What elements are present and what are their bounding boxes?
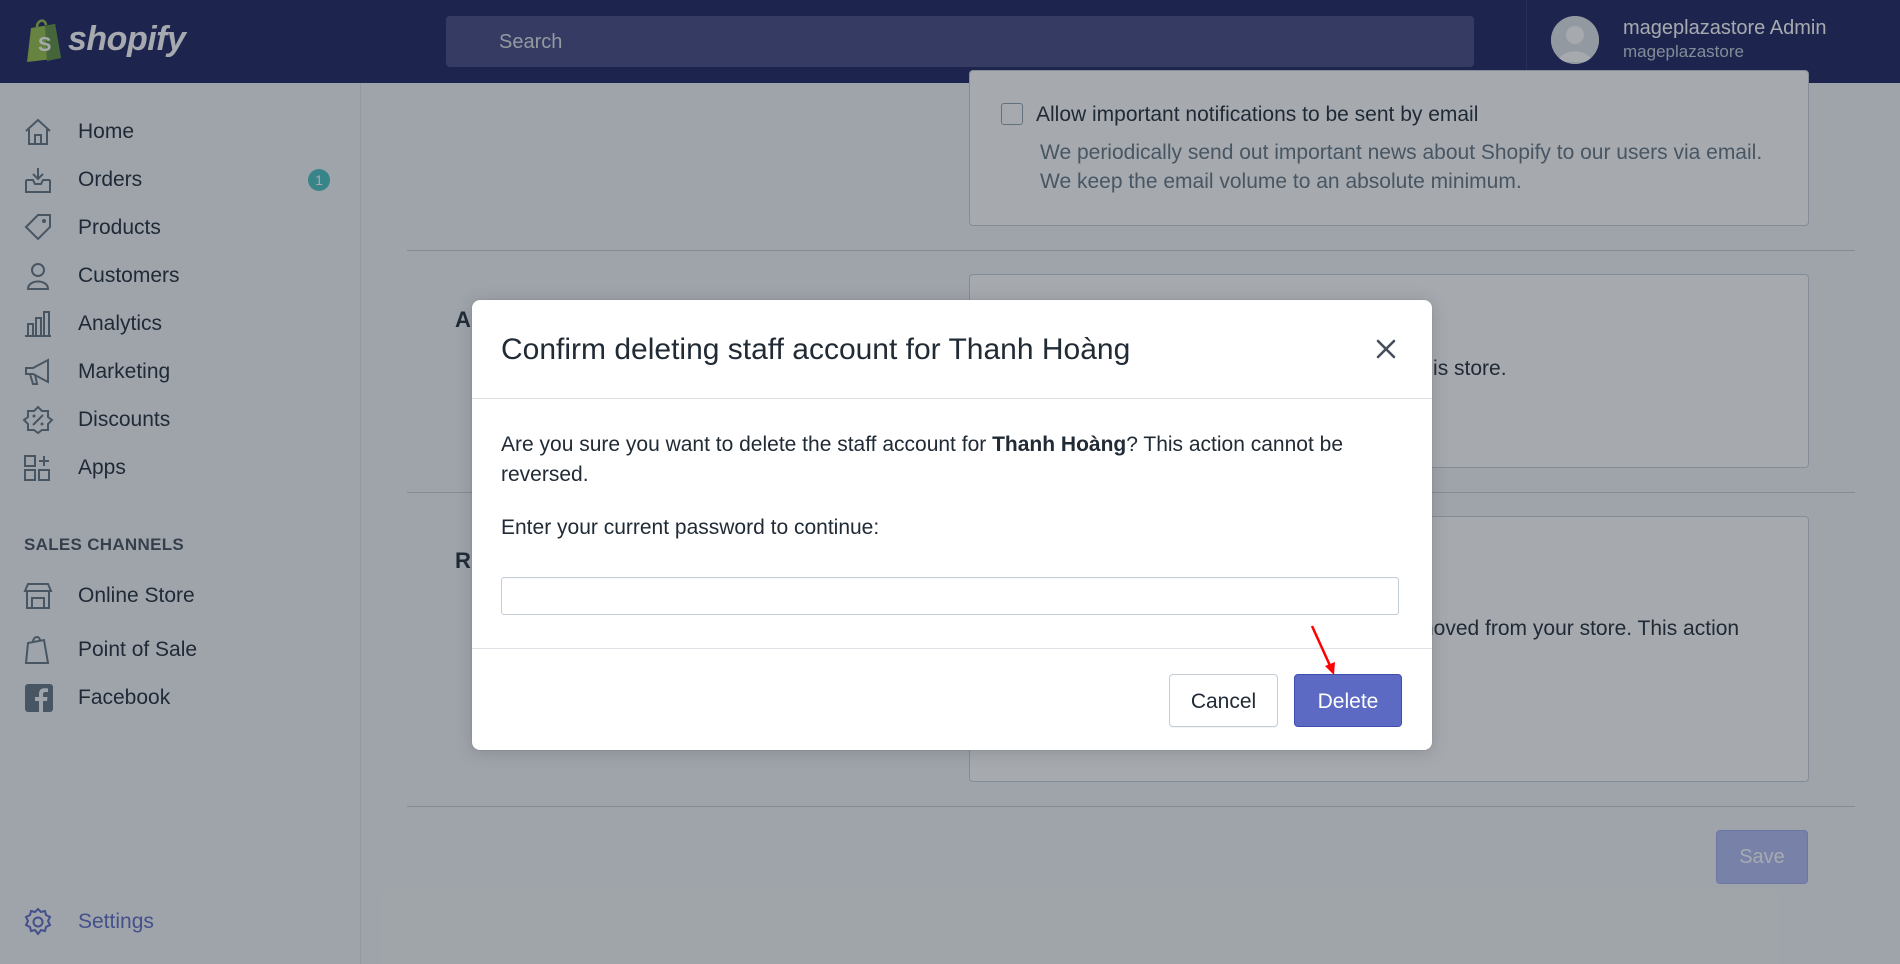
modal-title: Confirm deleting staff account for Thanh… bbox=[501, 333, 1131, 366]
confirm-delete-modal: Confirm deleting staff account for Thanh… bbox=[472, 300, 1432, 750]
delete-button[interactable]: Delete bbox=[1294, 674, 1402, 727]
modal-message-prefix: Are you sure you want to delete the staf… bbox=[501, 433, 993, 456]
password-label: Enter your current password to continue: bbox=[501, 516, 880, 539]
close-icon[interactable] bbox=[1371, 334, 1401, 364]
modal-message-name: Thanh Hoàng bbox=[992, 433, 1127, 456]
modal-message: Are you sure you want to delete the staf… bbox=[501, 430, 1401, 490]
annotation-arrow-icon bbox=[1310, 625, 1335, 675]
password-field[interactable] bbox=[501, 577, 1399, 615]
modal-header-divider bbox=[472, 398, 1432, 399]
modal-footer-divider bbox=[472, 648, 1432, 649]
cancel-button[interactable]: Cancel bbox=[1169, 674, 1278, 727]
